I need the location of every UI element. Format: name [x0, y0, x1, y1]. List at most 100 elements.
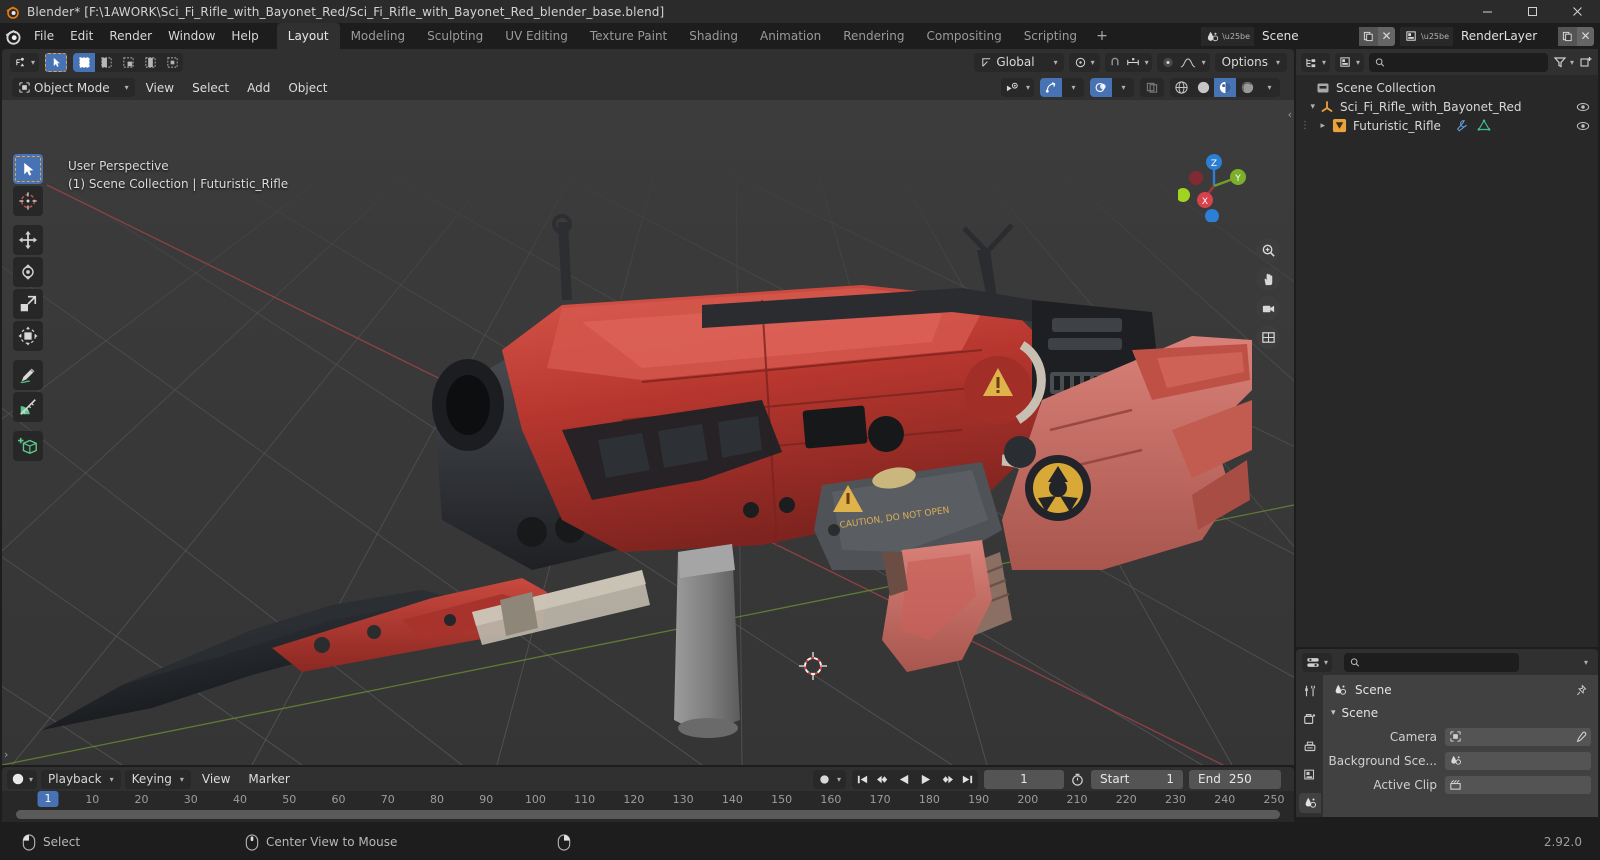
tab-layout[interactable]: Layout [276, 23, 340, 49]
tab-view-layer[interactable] [1299, 765, 1321, 785]
tool-scale[interactable] [13, 289, 43, 319]
tab-sculpting[interactable]: Sculpting [416, 23, 494, 49]
timeline-menu-marker[interactable]: Marker [241, 770, 296, 788]
tab-tool[interactable] [1299, 681, 1321, 701]
field-camera[interactable] [1445, 727, 1591, 746]
tool-rotate[interactable] [13, 257, 43, 287]
outliner-filter-button[interactable]: ▾ [1553, 55, 1574, 69]
viewport-menu-object[interactable]: Object [281, 79, 334, 97]
mesh-data-icon[interactable] [1477, 119, 1491, 133]
move-view-icon[interactable] [1256, 267, 1280, 291]
visibility-selector[interactable]: ▾ [1000, 78, 1034, 97]
scene-name-field[interactable]: Scene [1254, 26, 1360, 46]
eye-icon[interactable] [1576, 100, 1590, 114]
toggle-orthographic-icon[interactable] [1256, 325, 1280, 349]
timeline-menu-view[interactable]: View [195, 770, 237, 788]
zoom-view-icon[interactable] [1256, 238, 1280, 262]
properties-options-chevron[interactable]: ▾ [1584, 658, 1588, 667]
properties-section-header[interactable]: ▾ Scene [1323, 701, 1598, 726]
futuristic-rifle-model[interactable]: CAUTION, DO NOT OPEN [2, 100, 1294, 765]
eye-icon-2[interactable] [1576, 119, 1590, 133]
timeline-editor-type-selector[interactable]: ▾ [7, 769, 38, 789]
viewport-menu-select[interactable]: Select [185, 79, 236, 97]
tool-cursor[interactable] [13, 186, 43, 216]
jump-to-prev-keyframe-button[interactable] [873, 770, 894, 789]
select-set-icon[interactable] [73, 52, 96, 72]
scene-selector[interactable]: \u25be Scene ✕ [1201, 26, 1396, 46]
viewlayer-name-field[interactable]: RenderLayer [1453, 26, 1558, 46]
transform-orientation-selector[interactable]: Global ▾ [974, 52, 1064, 72]
jump-to-start-button[interactable] [852, 770, 873, 789]
select-invert-icon[interactable] [139, 53, 161, 72]
menu-render[interactable]: Render [101, 26, 160, 46]
tool-measure[interactable] [13, 392, 43, 422]
shading-rendered-icon[interactable] [1236, 78, 1258, 97]
eyedropper-icon[interactable] [1575, 731, 1587, 743]
select-subtract-icon[interactable] [117, 53, 139, 72]
tool-annotate[interactable] [13, 360, 43, 390]
blender-menu-logo-icon[interactable] [0, 28, 26, 45]
tool-move[interactable] [13, 225, 43, 255]
viewlayer-icon[interactable]: \u25be [1400, 26, 1453, 46]
sidebar-collapse-arrow[interactable]: ‹ [1288, 108, 1292, 121]
viewport-menu-add[interactable]: Add [240, 79, 277, 97]
start-frame-field[interactable]: Start 1 [1091, 769, 1183, 789]
proportional-editing-group[interactable]: ▾ [1156, 52, 1210, 72]
new-scene-button[interactable] [1359, 26, 1379, 46]
tab-modeling[interactable]: Modeling [340, 23, 417, 49]
tab-render[interactable] [1299, 709, 1321, 729]
tab-rendering[interactable]: Rendering [832, 23, 915, 49]
outliner-display-mode-selector[interactable]: ▾ [1335, 52, 1365, 72]
snapping-group[interactable]: ▾ [1104, 52, 1152, 72]
expander-triangle-down[interactable]: ▾ [1296, 102, 1320, 112]
properties-editor-type-selector[interactable]: ▾ [1302, 652, 1333, 672]
shading-wireframe-icon[interactable] [1170, 78, 1192, 97]
remove-scene-button[interactable]: ✕ [1378, 27, 1395, 46]
tab-compositing[interactable]: Compositing [915, 23, 1012, 49]
tab-texture-paint[interactable]: Texture Paint [579, 23, 678, 49]
field-background-scene[interactable] [1445, 751, 1591, 770]
timeline-ruler[interactable]: 1 10 20 30 40 50 60 70 80 90 100 110 120 130 140 150 160… [2, 791, 1294, 807]
viewport-menu-view[interactable]: View [139, 79, 181, 97]
gizmo-dropdown-icon[interactable]: ▾ [1062, 78, 1084, 97]
overlays-toggle-icon[interactable] [1090, 78, 1112, 97]
tab-shading[interactable]: Shading [678, 23, 749, 49]
tool-add-cube[interactable] [13, 431, 43, 461]
menu-edit[interactable]: Edit [62, 26, 101, 46]
menu-file[interactable]: File [26, 26, 62, 46]
scene-icon[interactable]: \u25be [1201, 26, 1255, 46]
timeline-playhead[interactable]: 1 [37, 791, 59, 807]
timeline-menu-playback[interactable]: Playback ▾ [41, 769, 121, 789]
xray-toggle-icon[interactable] [1140, 78, 1164, 97]
play-button[interactable] [915, 770, 936, 789]
minimize-button[interactable] [1465, 0, 1510, 23]
use-preview-range-icon[interactable] [1070, 772, 1085, 787]
navigation-gizmo[interactable]: Z Y X [1178, 150, 1250, 222]
overlays-dropdown-icon[interactable]: ▾ [1112, 78, 1134, 97]
select-intersect-icon[interactable] [161, 53, 183, 72]
viewlayer-selector[interactable]: \u25be RenderLayer ✕ [1400, 26, 1594, 46]
outliner-new-collection-button[interactable] [1579, 55, 1593, 69]
toggle-camera-view-icon[interactable] [1256, 296, 1280, 320]
tab-output[interactable] [1299, 737, 1321, 757]
menu-help[interactable]: Help [223, 26, 266, 46]
outliner-item-scene-collection[interactable]: Scene Collection [1296, 78, 1598, 97]
current-frame-field[interactable]: 1 [984, 769, 1064, 789]
outliner-item-futuristic-rifle[interactable]: ⋮ ▸ Futuristic_Rifle [1296, 116, 1598, 135]
pin-icon[interactable] [1575, 683, 1598, 697]
outliner-editor-type-selector[interactable]: ▾ [1301, 52, 1331, 72]
outliner-search-box[interactable] [1369, 52, 1548, 72]
jump-to-end-button[interactable] [957, 770, 978, 789]
timeline-menu-keying[interactable]: Keying ▾ [124, 769, 191, 789]
properties-search-input[interactable] [1365, 655, 1514, 669]
select-extend-icon[interactable] [95, 53, 117, 72]
viewport-options-button[interactable]: Options ▾ [1214, 52, 1287, 72]
add-workspace-button[interactable]: + [1088, 25, 1116, 47]
shading-dropdown-icon[interactable]: ▾ [1258, 78, 1280, 97]
timeline-horizontal-scrollbar[interactable] [16, 810, 1280, 819]
shading-solid-icon[interactable] [1192, 78, 1214, 97]
timeline-body[interactable] [2, 807, 1294, 822]
tool-tweak-select-box[interactable] [13, 154, 43, 184]
viewport-canvas[interactable]: CAUTION, DO NOT OPEN User Perspective (1… [2, 100, 1294, 765]
outliner-search-input[interactable] [1390, 55, 1542, 69]
